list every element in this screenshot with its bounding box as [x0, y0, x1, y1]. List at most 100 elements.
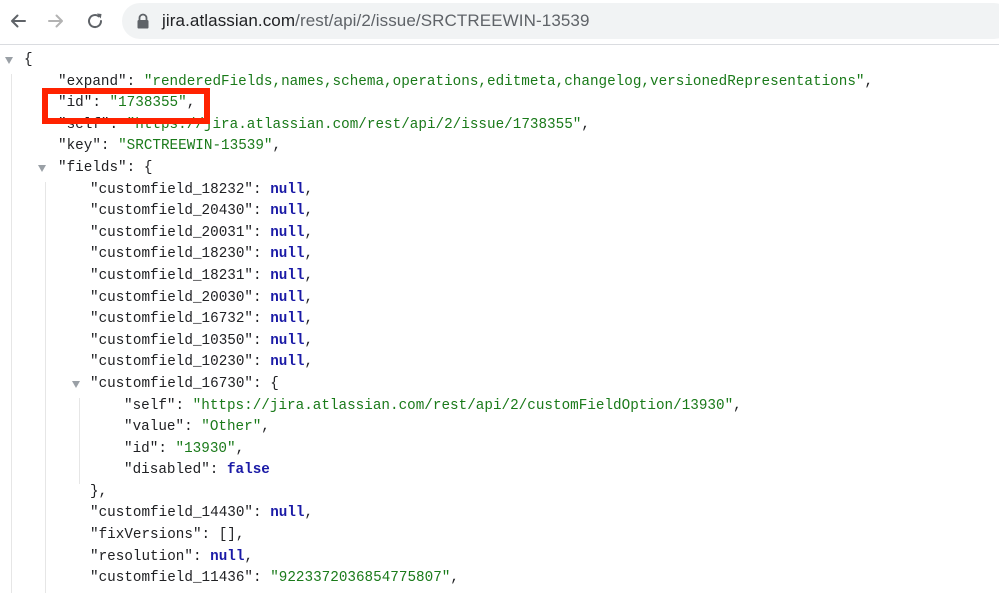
indent-guide [11, 73, 12, 593]
json-value: null [270, 332, 305, 349]
json-line: "id": "13930", [0, 439, 999, 461]
json-line: "self": "https://jira.atlassian.com/rest… [0, 396, 999, 418]
json-value: false [226, 462, 270, 479]
json-punctuation: , [450, 570, 459, 587]
json-punctuation: , [261, 419, 270, 436]
json-value: null [270, 311, 305, 328]
json-line: "key": "SRCTREEWIN-13539", [0, 136, 999, 158]
json-viewer: { "expand": "renderedFields,names,schema,… [0, 50, 999, 593]
json-line: "resolution": null, [0, 547, 999, 569]
indent-guide [45, 181, 46, 593]
json-key: "customfield_16730" [90, 375, 254, 392]
json-key: "self" [124, 397, 176, 414]
back-button[interactable] [2, 5, 34, 37]
collapse-triangle-icon[interactable] [5, 57, 13, 64]
json-line: "customfield_16732": null, [0, 309, 999, 331]
json-line: "customfield_18231": null, [0, 266, 999, 288]
json-separator: : [253, 224, 271, 241]
json-line: "expand": "renderedFields,names,schema,o… [0, 72, 999, 94]
url-path: /rest/api/2/issue/SRCTREEWIN-13539 [295, 11, 590, 30]
json-punctuation: , [235, 527, 245, 544]
json-value: "renderedFields,names,schema,operations,… [143, 73, 865, 90]
json-key: "disabled" [124, 462, 210, 479]
json-separator: : [253, 267, 271, 284]
json-separator: : [100, 138, 119, 155]
json-value: "https://jira.atlassian.com/rest/api/2/i… [126, 116, 582, 133]
json-line: }, [0, 482, 999, 504]
json-line-content: "id": "1738355", [58, 93, 195, 115]
json-key: "id" [58, 95, 93, 112]
reload-button[interactable] [79, 5, 111, 37]
json-separator: : [253, 289, 271, 306]
json-key: "customfield_18232" [90, 181, 254, 198]
json-line-content: { [24, 50, 33, 72]
json-punctuation: , [304, 181, 314, 198]
back-arrow-icon [11, 14, 26, 28]
json-line: "customfield_20031": null, [0, 223, 999, 245]
address-bar[interactable]: jira.atlassian.com/rest/api/2/issue/SRCT… [122, 3, 999, 39]
json-key: "customfield_18230" [90, 246, 254, 263]
json-separator: : [253, 181, 271, 198]
json-line: "customfield_20030": null, [0, 288, 999, 310]
json-key: "customfield_14430" [90, 505, 254, 522]
json-key: "key" [58, 138, 101, 155]
json-value: null [270, 181, 305, 198]
json-line: "fields": { [0, 158, 999, 180]
json-line-content: "customfield_10230": null, [90, 352, 313, 374]
json-line: "customfield_14430": null, [0, 503, 999, 525]
json-key: "customfield_20030" [90, 289, 254, 306]
collapse-triangle-icon[interactable] [38, 164, 46, 172]
json-punctuation: , [304, 311, 314, 328]
json-separator: : [253, 375, 271, 392]
url-text[interactable]: jira.atlassian.com/rest/api/2/issue/SRCT… [162, 11, 590, 31]
json-value: null [270, 267, 305, 284]
json-line-content: "customfield_16730": { [90, 374, 279, 396]
json-value: "SRCTREEWIN-13539" [118, 138, 273, 155]
json-value: null [270, 224, 305, 241]
json-line: "id": "1738355", [0, 93, 999, 115]
json-key: "customfield_10230" [90, 354, 254, 371]
json-punctuation: , [581, 116, 590, 133]
json-line: "self": "https://jira.atlassian.com/rest… [0, 115, 999, 137]
json-punctuation: , [864, 73, 874, 90]
json-punctuation: , [304, 246, 314, 263]
json-punctuation: , [304, 267, 314, 284]
json-punctuation: { [24, 52, 33, 68]
json-line-content: "disabled": false [124, 460, 270, 482]
forward-button[interactable] [40, 5, 72, 37]
json-value: "Other" [201, 419, 262, 436]
json-separator: : [126, 73, 144, 90]
json-line-content: "resolution": null, [90, 547, 253, 569]
json-key: "fixVersions" [90, 527, 202, 544]
browser-toolbar: jira.atlassian.com/rest/api/2/issue/SRCT… [0, 0, 999, 45]
json-separator: : [175, 397, 193, 414]
json-line-content: "customfield_18231": null, [90, 266, 313, 288]
json-value: "9223372036854775807" [270, 570, 451, 587]
json-line-content: "customfield_18230": null, [90, 244, 313, 266]
json-line-content: "self": "https://jira.atlassian.com/rest… [124, 396, 742, 418]
json-line: "customfield_10350": null, [0, 331, 999, 353]
json-line-content: "customfield_16732": null, [90, 309, 313, 331]
json-line-content: "value": "Other", [124, 417, 270, 439]
json-line: "disabled": false [0, 460, 999, 482]
json-key: "fields" [58, 159, 127, 176]
collapse-triangle-icon[interactable] [72, 380, 80, 388]
json-value: null [270, 203, 305, 220]
json-punctuation: , [186, 95, 196, 112]
json-line-content: "customfield_14430": null, [90, 503, 313, 525]
json-separator: : [253, 311, 271, 328]
json-line-content: "customfield_20030": null, [90, 288, 313, 310]
json-punctuation: , [304, 332, 314, 349]
json-line-content: "customfield_20430": null, [90, 201, 313, 223]
json-value: null [270, 354, 305, 371]
url-host: jira.atlassian.com [162, 11, 296, 30]
lock-icon [137, 13, 149, 29]
json-line-content: "id": "13930", [124, 439, 244, 461]
json-punctuation: , [733, 397, 742, 414]
json-punctuation: , [304, 224, 314, 241]
json-punctuation: , [235, 440, 245, 457]
json-separator: : [253, 332, 271, 349]
json-line: "customfield_16730": { [0, 374, 999, 396]
reload-icon [88, 13, 103, 29]
json-key: "customfield_11436" [90, 570, 254, 587]
